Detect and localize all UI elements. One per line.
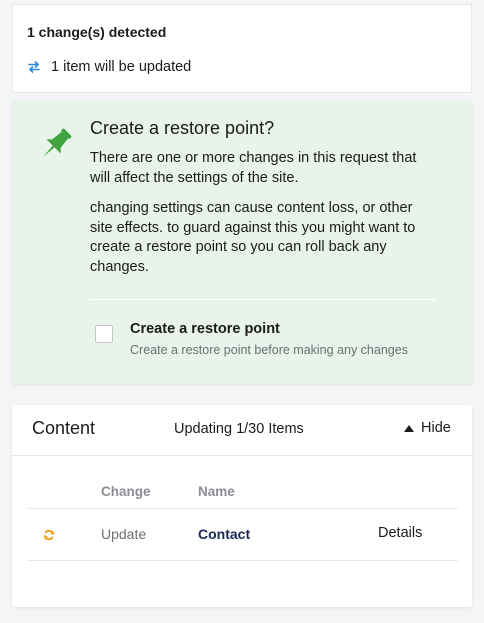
sync-icon (44, 529, 54, 541)
hide-toggle-button[interactable]: Hide (404, 420, 451, 436)
row-item-name[interactable]: Contact (198, 526, 250, 542)
changes-detected-title: 1 change(s) detected (27, 24, 167, 40)
restore-point-card: Create a restore point? There are one or… (12, 100, 472, 384)
content-header: Content Updating 1/30 Items Hide (12, 405, 472, 456)
changes-summary-card: 1 change(s) detected 1 item will be upda… (12, 4, 472, 93)
row-change-type: Update (101, 526, 147, 542)
column-header-change: Change (101, 484, 151, 499)
create-restore-point-label[interactable]: Create a restore point (130, 321, 280, 337)
row-details-link[interactable]: Details (378, 525, 422, 541)
create-restore-point-hint: Create a restore point before making any… (130, 343, 408, 357)
content-changes-card: Content Updating 1/30 Items Hide Change … (12, 405, 472, 607)
divider (90, 299, 436, 300)
update-count-row: 1 item will be updated (27, 59, 191, 75)
create-restore-point-checkbox[interactable] (95, 325, 113, 343)
restore-point-warning: changing settings can cause content loss… (90, 200, 416, 275)
row-divider (28, 560, 458, 561)
restore-point-description: There are one or more changes in this re… (90, 150, 417, 186)
caret-up-icon (404, 424, 414, 432)
column-header-name: Name (198, 484, 235, 499)
update-count-text: 1 item will be updated (51, 59, 192, 75)
swap-arrows-icon (28, 61, 40, 73)
pushpin-icon (42, 128, 72, 158)
content-update-status: Updating 1/30 Items (174, 421, 304, 437)
restore-point-title: Create a restore point? (90, 118, 275, 138)
hide-toggle-label: Hide (421, 420, 451, 436)
content-title: Content (32, 418, 96, 438)
row-divider (28, 508, 458, 509)
